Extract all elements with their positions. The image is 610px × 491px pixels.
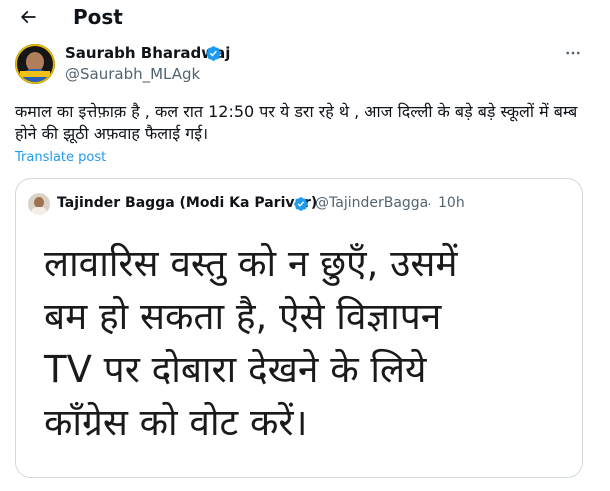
quoted-post[interactable]: Tajinder Bagga (Modi Ka Parivar) @Tajind… xyxy=(15,178,583,478)
quoted-avatar-body xyxy=(31,207,47,215)
more-options-button[interactable] xyxy=(562,44,584,62)
quoted-author-handle[interactable]: @TajinderBagga xyxy=(315,195,428,211)
quoted-author-avatar[interactable] xyxy=(28,193,50,215)
meta-separator: · xyxy=(427,195,432,211)
verified-badge-icon[interactable] xyxy=(205,45,222,62)
arrow-left-icon xyxy=(20,10,36,24)
quoted-author-name[interactable]: Tajinder Bagga (Modi Ka Parivar) xyxy=(57,195,317,211)
image-text-line: कॉंग्रेस को वोट करें। xyxy=(44,401,308,444)
page-title: Post xyxy=(73,5,123,29)
author-avatar[interactable] xyxy=(15,44,55,84)
image-text-line: TV पर दोबारा देखने के लिये xyxy=(44,348,427,391)
image-text-line: लावारिस वस्तु को न छुएँ, उसमें xyxy=(44,242,458,285)
avatar-ring xyxy=(15,44,55,84)
quoted-post-time[interactable]: 10h xyxy=(438,195,465,211)
quoted-post-image[interactable]: लावारिस वस्तु को न छुएँ, उसमें बम हो सकत… xyxy=(16,232,582,477)
image-text-line: बम हो सकता है, ऐसे विज्ञापन xyxy=(44,295,442,338)
quoted-verified-badge-icon[interactable] xyxy=(293,196,309,212)
translate-post-link[interactable]: Translate post xyxy=(15,150,106,165)
post-text: कमाल का इत्तेफ़ाक़ है , कल रात 12:50 पर … xyxy=(15,102,578,143)
page-header: Post xyxy=(0,0,610,34)
author-handle[interactable]: @Saurabh_MLAgk xyxy=(65,65,200,83)
more-horizontal-icon xyxy=(566,51,580,55)
back-button[interactable] xyxy=(14,3,42,31)
